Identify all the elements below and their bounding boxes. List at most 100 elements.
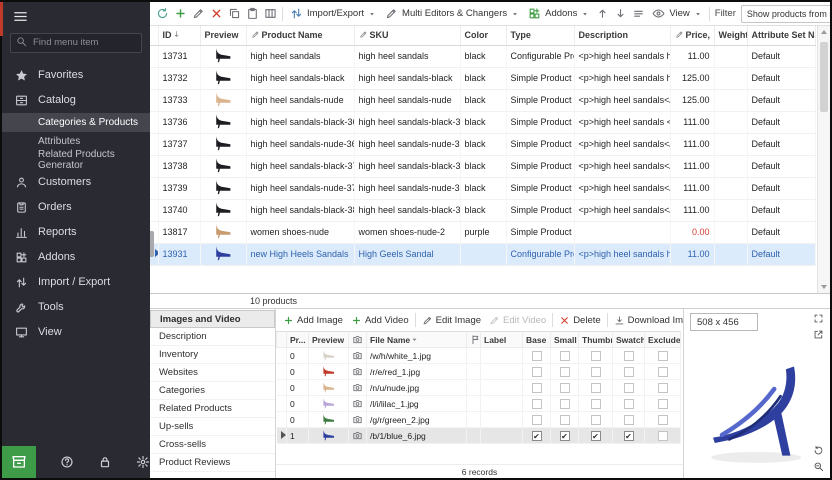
image-row-b-1-blue-6-jpg[interactable]: 1/b/1/blue_6.jpg✔✔✔✔ bbox=[277, 428, 681, 444]
price-cell[interactable]: 125.00 bbox=[670, 67, 714, 89]
lock-icon[interactable] bbox=[98, 455, 112, 469]
product-row-13817[interactable]: 13817women shoes-nudewomen shoes-nude-2p… bbox=[150, 221, 815, 243]
sidebar-item-orders[interactable]: Orders bbox=[2, 195, 150, 220]
delete-product-icon[interactable] bbox=[210, 7, 223, 20]
sku-cell[interactable]: high heel sandals-black-37 bbox=[354, 155, 460, 177]
tab-images-and-video[interactable]: Images and Video bbox=[150, 310, 275, 328]
refresh-icon[interactable] bbox=[156, 7, 169, 20]
description-cell[interactable] bbox=[574, 221, 670, 243]
product-name-cell[interactable]: high heel sandals-black bbox=[246, 67, 354, 89]
product-row-13738[interactable]: 13738high heel sandals-black-37high heel… bbox=[150, 155, 815, 177]
menu-icon[interactable] bbox=[13, 9, 28, 24]
swatch-checkbox[interactable] bbox=[624, 399, 634, 409]
swatch-checkbox[interactable] bbox=[624, 415, 634, 425]
description-cell[interactable]: <p>high heel sandals</p> bbox=[574, 199, 670, 221]
priority-cell[interactable]: 0 bbox=[287, 380, 309, 396]
description-cell[interactable]: <p>high heel sandals high heel sandals</… bbox=[574, 243, 670, 265]
sort-descending-icon[interactable] bbox=[614, 7, 627, 20]
sidebar-item-view[interactable]: View bbox=[2, 320, 150, 345]
column-weight[interactable]: Weight bbox=[714, 26, 747, 45]
price-cell[interactable]: 11.00 bbox=[670, 243, 714, 265]
scrollbar-thumb[interactable] bbox=[820, 42, 828, 112]
thumbnail-checkbox[interactable] bbox=[591, 351, 601, 361]
sidebar-item-import-export[interactable]: Import / Export bbox=[2, 270, 150, 295]
edit-video-button[interactable]: Edit Video bbox=[487, 315, 548, 326]
description-cell[interactable]: <p>high heel sandals high heel san... bbox=[574, 67, 670, 89]
copy-icon[interactable] bbox=[228, 7, 241, 20]
scroll-up-icon[interactable] bbox=[818, 26, 830, 38]
product-name-cell[interactable]: new High Heels Sandals bbox=[246, 243, 354, 265]
column-product-name[interactable]: Product Name bbox=[246, 26, 354, 45]
priority-cell[interactable]: 0 bbox=[287, 412, 309, 428]
thumbnail-checkbox[interactable] bbox=[591, 367, 601, 377]
add-image-button[interactable]: Add Image bbox=[281, 315, 345, 326]
tab-related-products[interactable]: Related Products bbox=[150, 400, 275, 418]
img-column-base[interactable]: Base bbox=[523, 332, 551, 348]
priority-cell[interactable]: 0 bbox=[287, 396, 309, 412]
import-export-button[interactable]: Import/Export bbox=[288, 5, 378, 22]
column-type[interactable]: Type bbox=[506, 26, 574, 45]
priority-cell[interactable]: 0 bbox=[287, 348, 309, 364]
product-name-cell[interactable]: high heel sandals bbox=[246, 45, 354, 67]
swatch-checkbox[interactable] bbox=[624, 383, 634, 393]
product-row-13737[interactable]: 13737high heel sandals-nude-36high heel … bbox=[150, 133, 815, 155]
base-checkbox[interactable] bbox=[532, 351, 542, 361]
image-row-g-r-green-2-jpg[interactable]: 0/g/r/green_2.jpg bbox=[277, 412, 681, 428]
sku-cell[interactable]: high heel sandals bbox=[354, 45, 460, 67]
product-row-13733[interactable]: 13733high heel sandals-nudehigh heel san… bbox=[150, 89, 815, 111]
open-external-icon[interactable] bbox=[813, 329, 824, 340]
category-filter-select[interactable]: Show products from selected categories bbox=[741, 5, 830, 23]
img-column-thumbna[interactable]: Thumbna bbox=[579, 332, 613, 348]
download-image-button[interactable]: Download Image bbox=[612, 315, 683, 326]
product-row-13732[interactable]: 13732high heel sandals-blackhigh heel sa… bbox=[150, 67, 815, 89]
multi-editors-button[interactable]: Multi Editors & Changers bbox=[383, 5, 521, 22]
settings-icon[interactable] bbox=[136, 455, 150, 469]
search-input[interactable] bbox=[10, 33, 142, 53]
file-name-cell[interactable]: /n/u/nude.jpg bbox=[367, 380, 467, 396]
sidebar-item-favorites[interactable]: Favorites bbox=[2, 63, 150, 88]
exclude-checkbox[interactable] bbox=[658, 431, 668, 441]
zoom-icon[interactable] bbox=[813, 461, 824, 472]
column-id[interactable]: ID bbox=[158, 26, 200, 45]
file-name-cell[interactable]: /g/r/green_2.jpg bbox=[367, 412, 467, 428]
exclude-checkbox[interactable] bbox=[658, 351, 668, 361]
panel-splitter-handle[interactable] bbox=[150, 231, 154, 257]
label-cell[interactable] bbox=[481, 348, 523, 364]
sidebar-item-attributes[interactable]: Attributes bbox=[2, 132, 150, 151]
scroll-down-icon[interactable] bbox=[818, 281, 830, 293]
label-cell[interactable] bbox=[481, 396, 523, 412]
description-cell[interactable]: <p>high heel sandals <b>high heel san... bbox=[574, 111, 670, 133]
sku-cell[interactable]: high heel sandals-black bbox=[354, 67, 460, 89]
product-row-13736[interactable]: 13736high heel sandals-black-36high heel… bbox=[150, 111, 815, 133]
description-cell[interactable]: <p>high heel sandals</p> bbox=[574, 133, 670, 155]
row-expander-icon[interactable] bbox=[281, 431, 287, 439]
img-column-pr[interactable]: Pr... bbox=[287, 332, 309, 348]
priority-cell[interactable]: 0 bbox=[287, 364, 309, 380]
base-checkbox[interactable]: ✔ bbox=[532, 431, 542, 441]
image-row-l-i-lilac-1-jpg[interactable]: 0/l/i/lilac_1.jpg bbox=[277, 396, 681, 412]
image-row-r-e-red-1-jpg[interactable]: 0/r/e/red_1.jpg bbox=[277, 364, 681, 380]
sku-cell[interactable]: high heel sandals-black-36 bbox=[354, 111, 460, 133]
sku-cell[interactable]: women shoes-nude-2 bbox=[354, 221, 460, 243]
thumbnail-checkbox[interactable] bbox=[591, 399, 601, 409]
product-name-cell[interactable]: high heel sandals-nude-36 bbox=[246, 133, 354, 155]
product-name-cell[interactable]: women shoes-nude bbox=[246, 221, 354, 243]
columns-icon[interactable] bbox=[264, 7, 277, 20]
base-checkbox[interactable] bbox=[532, 367, 542, 377]
file-name-cell[interactable]: /r/e/red_1.jpg bbox=[367, 364, 467, 380]
small-checkbox[interactable] bbox=[560, 383, 570, 393]
product-row-13731[interactable]: 13731high heel sandalshigh heel sandalsb… bbox=[150, 45, 815, 67]
column-price[interactable]: Price, bbox=[670, 26, 714, 45]
price-cell[interactable]: 111.00 bbox=[670, 177, 714, 199]
product-name-cell[interactable]: high heel sandals-nude bbox=[246, 89, 354, 111]
base-checkbox[interactable] bbox=[532, 383, 542, 393]
exclude-checkbox[interactable] bbox=[658, 367, 668, 377]
img-column-label[interactable]: Label bbox=[481, 332, 523, 348]
product-name-cell[interactable]: high heel sandals-nude-37 bbox=[246, 177, 354, 199]
img-column-exclude[interactable]: Exclude bbox=[645, 332, 681, 348]
product-name-cell[interactable]: high heel sandals-black-38 bbox=[246, 199, 354, 221]
label-cell[interactable] bbox=[481, 412, 523, 428]
sku-cell[interactable]: High Geels Sandal bbox=[354, 243, 460, 265]
small-checkbox[interactable]: ✔ bbox=[560, 431, 570, 441]
small-checkbox[interactable] bbox=[560, 415, 570, 425]
